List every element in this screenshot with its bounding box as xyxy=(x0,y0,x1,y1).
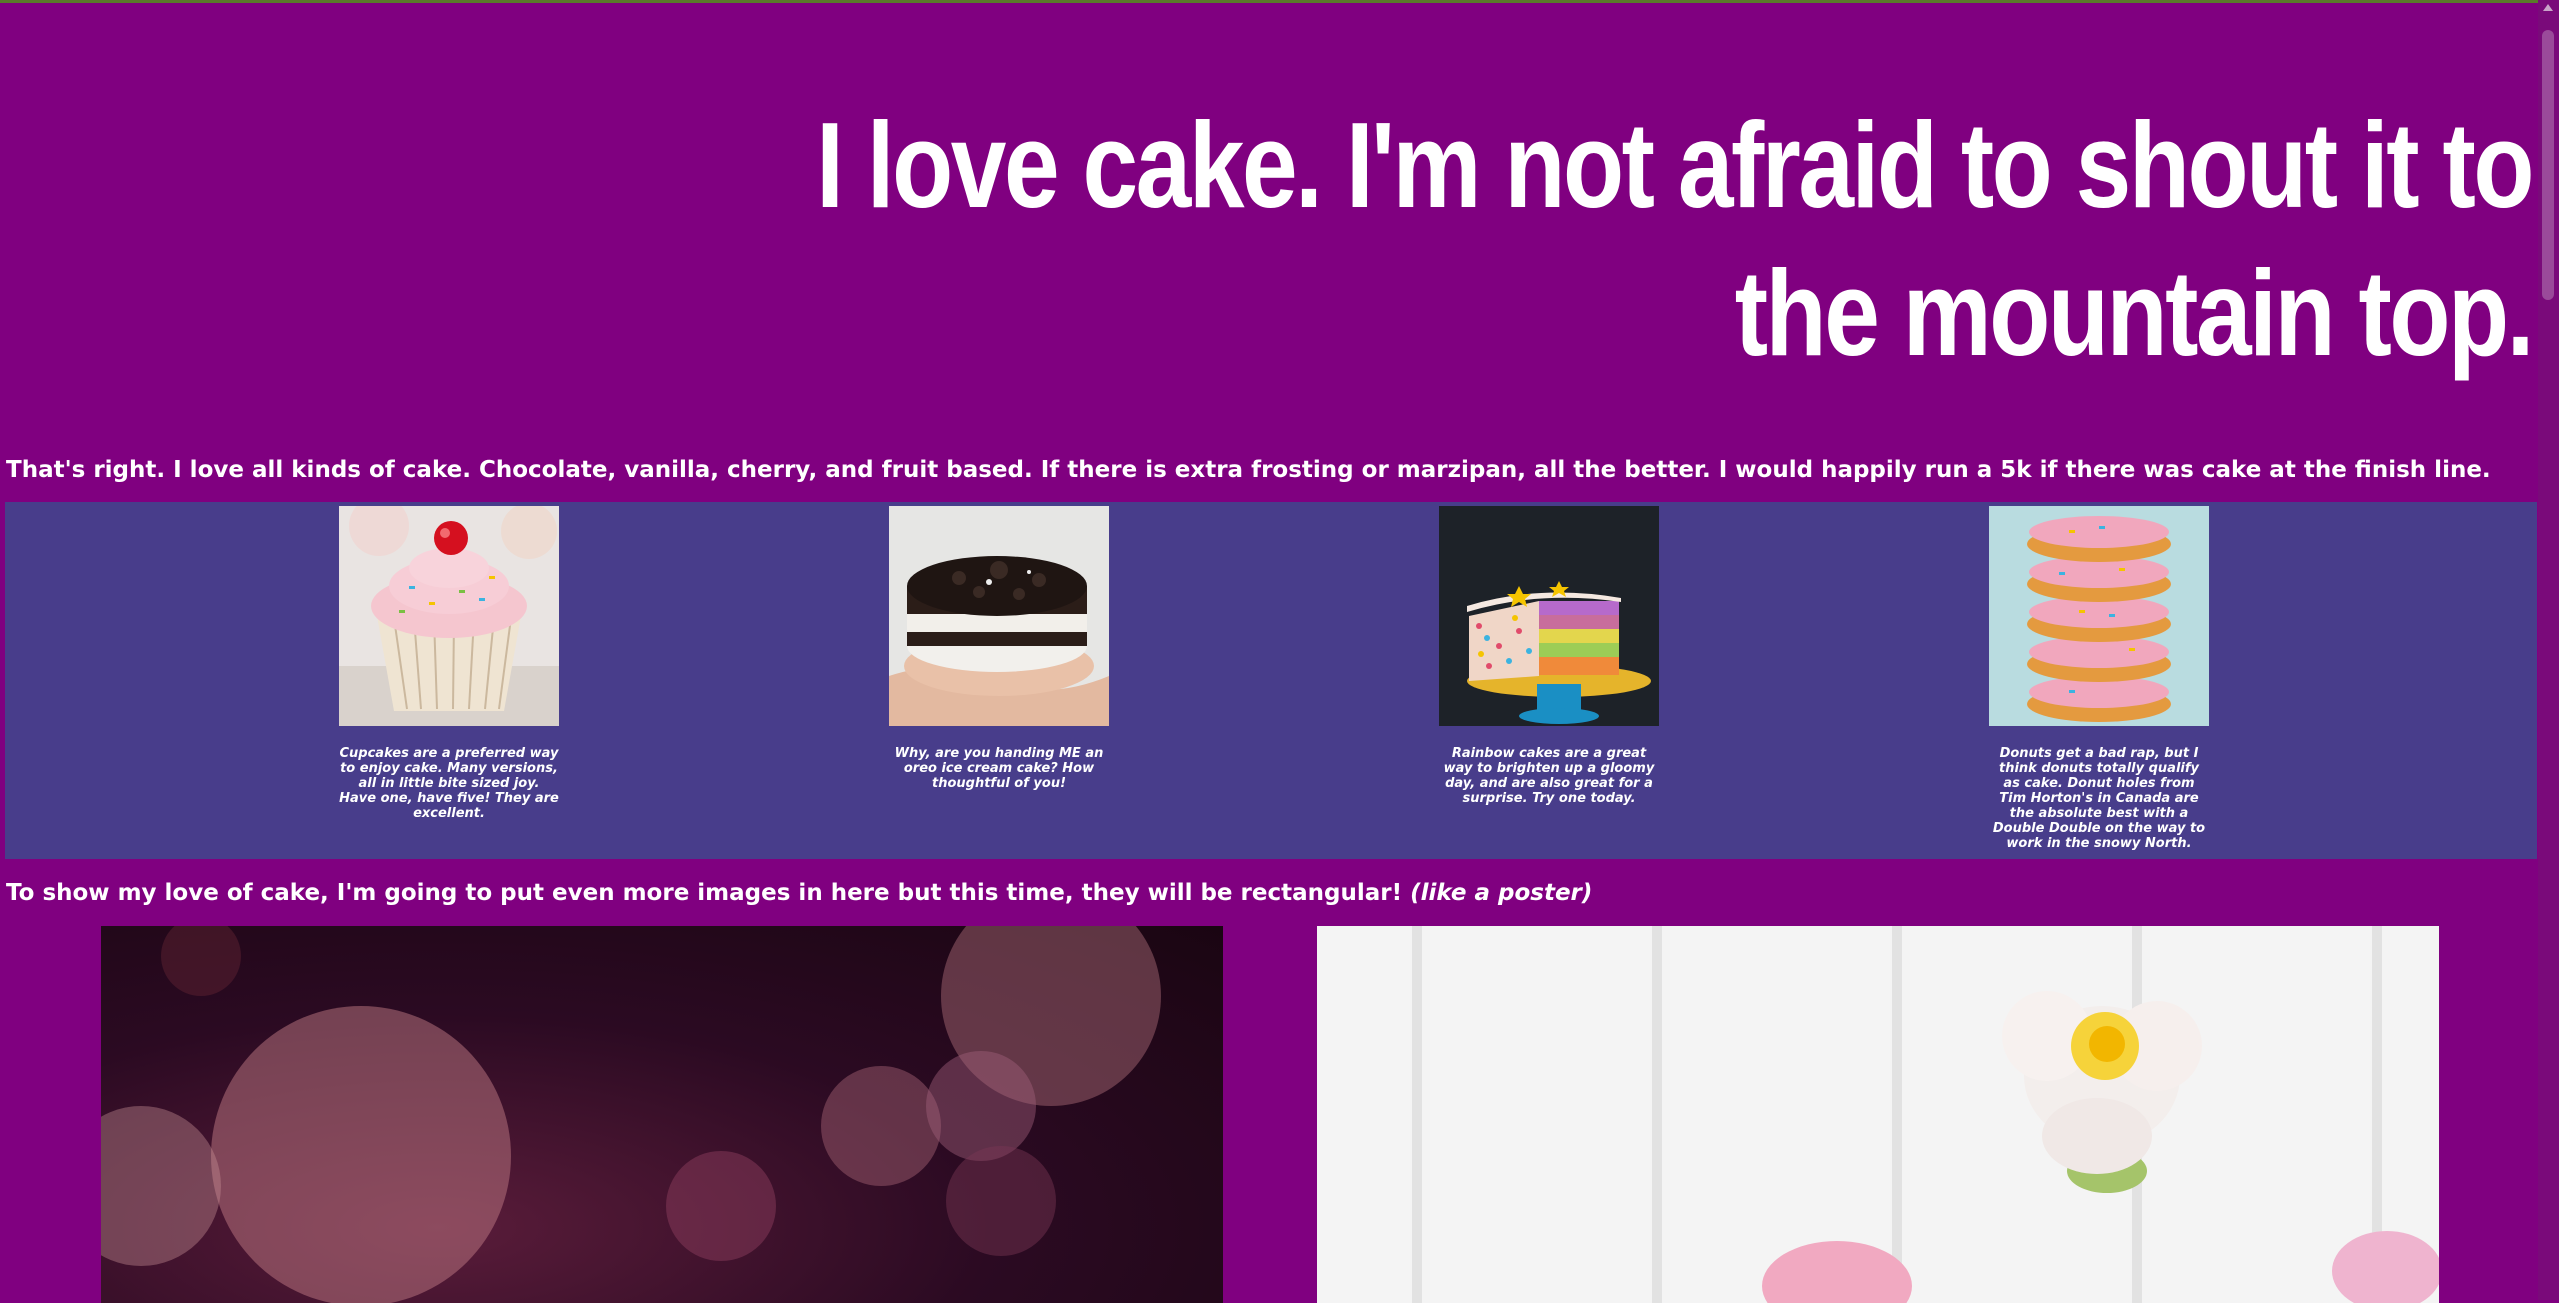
outro-emphasis: (like a poster) xyxy=(1410,880,1593,906)
gallery-caption: Why, are you handing ME an oreo ice crea… xyxy=(894,746,1104,791)
gallery-card-cupcake: Cupcakes are a preferred way to enjoy ca… xyxy=(339,506,559,821)
rainbow-cake-image xyxy=(1439,506,1659,726)
gallery-card-rainbow-cake: Rainbow cakes are a great way to brighte… xyxy=(1439,506,1659,806)
gallery-caption: Rainbow cakes are a great way to brighte… xyxy=(1443,746,1655,806)
page-title: I love cake. I'm not afraid to shout it … xyxy=(816,97,2534,381)
donuts-image xyxy=(1989,506,2209,726)
cupcake-image xyxy=(339,506,559,726)
oreo-cake-image xyxy=(889,506,1109,726)
cake-gallery: Cupcakes are a preferred way to enjoy ca… xyxy=(5,502,2537,859)
gallery-card-donuts: Donuts get a bad rap, but I think donuts… xyxy=(1989,506,2209,851)
flower-cupcakes-image xyxy=(1317,926,2439,1303)
gallery-caption: Cupcakes are a preferred way to enjoy ca… xyxy=(339,746,559,821)
vertical-scrollbar[interactable] xyxy=(2538,0,2559,1300)
gallery-card-oreo-cake: Why, are you handing ME an oreo ice crea… xyxy=(889,506,1109,791)
bokeh-lights-image xyxy=(101,926,1223,1303)
outro-text: To show my love of cake, I'm going to pu… xyxy=(6,880,1403,906)
gallery-caption: Donuts get a bad rap, but I think donuts… xyxy=(1992,746,2206,851)
outro-paragraph: To show my love of cake, I'm going to pu… xyxy=(6,880,1592,906)
intro-paragraph: That's right. I love all kinds of cake. … xyxy=(6,457,2491,483)
scroll-up-arrow-icon[interactable] xyxy=(2543,4,2553,11)
page: I love cake. I'm not afraid to shout it … xyxy=(0,3,2538,1303)
scrollbar-thumb[interactable] xyxy=(2542,30,2554,300)
